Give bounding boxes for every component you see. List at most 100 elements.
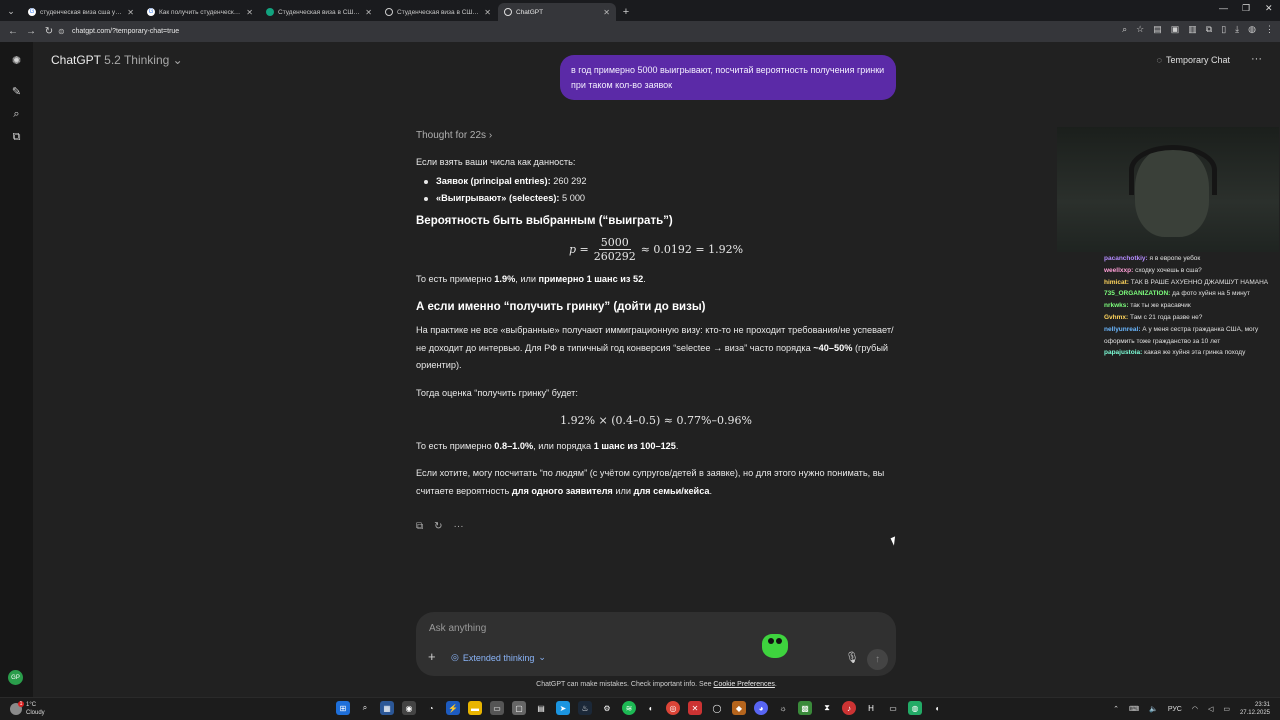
thinking-icon: ◎ <box>451 652 459 662</box>
tab-search-icon[interactable]: ⌄ <box>0 1 22 21</box>
address-bar[interactable]: ⊜ chatgpt.com/?temporary-chat=true <box>58 24 1138 39</box>
send-button[interactable]: ↑ <box>867 649 888 670</box>
extension-icon[interactable]: ▣ <box>1171 24 1180 35</box>
browser-menu-icon[interactable]: ⋮ <box>1265 24 1274 35</box>
browser-tab[interactable]: Gстуденческая виза сша учитс ✕ <box>22 3 140 21</box>
start-icon[interactable]: ⊞ <box>336 701 350 715</box>
forward-icon[interactable]: → <box>22 26 40 37</box>
browser-tab[interactable]: Студенческая виза в США сл ✕ <box>379 3 497 21</box>
discord-icon[interactable]: ◕ <box>754 701 768 715</box>
more-options-icon[interactable]: ··· <box>1251 53 1262 65</box>
spotify-icon[interactable]: ≋ <box>622 701 636 715</box>
app-icon[interactable]: ⧗ <box>820 701 834 715</box>
openai-logo-icon[interactable]: ✺ <box>9 53 24 68</box>
restore-icon[interactable]: ❐ <box>1242 3 1250 14</box>
sidepanel-icon[interactable]: ▯ <box>1221 24 1226 35</box>
regenerate-icon[interactable]: ↻ <box>434 521 442 532</box>
app-icon[interactable]: ⚡ <box>446 701 460 715</box>
extended-thinking-pill[interactable]: ◎ Extended thinking ⌄ <box>451 652 546 663</box>
chat-text: сходку хочешь в сша? <box>1135 266 1202 274</box>
app-icon[interactable]: ▢ <box>512 701 526 715</box>
copy-icon[interactable]: ⧉ <box>416 521 423 532</box>
search-icon[interactable]: ⌕ <box>358 701 372 715</box>
extension-icon[interactable]: ▤ <box>1153 24 1162 35</box>
new-tab-icon[interactable]: + <box>617 3 635 21</box>
paragraph: То есть примерно 1.9%, или примерно 1 ша… <box>416 274 646 284</box>
app-icon[interactable]: ◔ <box>424 701 438 715</box>
browser-tab-active[interactable]: ChatGPT ✕ <box>498 3 616 21</box>
weather-cloud-icon: 1 <box>10 701 24 715</box>
terminal-icon[interactable]: ▭ <box>886 701 900 715</box>
volume-icon[interactable]: 🔈 <box>1149 705 1158 713</box>
library-icon[interactable]: ⧉ <box>9 130 24 145</box>
task-view-icon[interactable]: ▦ <box>380 701 394 715</box>
site-info-icon[interactable]: ⊜ <box>58 27 68 36</box>
obs-icon[interactable]: ◉ <box>402 701 416 715</box>
app-icon[interactable]: ◆ <box>732 701 746 715</box>
close-tab-icon[interactable]: ✕ <box>484 8 491 17</box>
speaker-icon[interactable]: ◁ <box>1208 705 1213 713</box>
add-attachment-icon[interactable]: + <box>428 649 436 664</box>
telegram-icon[interactable]: ➤ <box>556 701 570 715</box>
browser-tab[interactable]: G Как получить студенческую в ✕ <box>141 3 259 21</box>
message-actions: ⧉ ↻ ··· <box>416 521 464 532</box>
close-tab-icon[interactable]: ✕ <box>365 8 372 17</box>
thought-toggle[interactable]: Thought for 22s › <box>416 130 492 141</box>
close-tab-icon[interactable]: ✕ <box>127 8 134 17</box>
equation-lhs: p = <box>568 242 589 256</box>
probability-equation: p = 5000 260292 ≈ 0.0192 = 1.92% <box>416 236 896 263</box>
steam-icon[interactable]: ♨ <box>578 701 592 715</box>
weather-widget[interactable]: 1 1°C Cloudy <box>10 701 45 717</box>
wifi-icon[interactable]: ◠ <box>1192 705 1198 713</box>
zoom-icon[interactable]: ⌕ <box>1122 24 1127 35</box>
clock[interactable]: 23:31 27.12.2025 <box>1240 701 1270 717</box>
chat-message: nellyunreal: А у меня сестра гражданка С… <box>1104 324 1280 348</box>
search-icon[interactable]: ⌕ <box>9 107 24 122</box>
extensions-puzzle-icon[interactable]: ⧉ <box>1206 24 1212 35</box>
profile-icon[interactable]: ◍ <box>1248 24 1256 35</box>
file-explorer-icon[interactable]: ▬ <box>468 701 482 715</box>
download-icon[interactable]: ⤓ <box>1235 24 1239 35</box>
app-icon[interactable]: ◯ <box>710 701 724 715</box>
minecraft-icon[interactable]: ▩ <box>798 701 812 715</box>
new-chat-icon[interactable]: ✎ <box>9 84 24 99</box>
cookie-preferences-link[interactable]: Cookie Preferences <box>713 681 774 688</box>
extension-icon[interactable]: ▥ <box>1188 24 1197 35</box>
model-selector[interactable]: ChatGPT 5.2 Thinking ⌄ <box>51 53 183 67</box>
stream-chat-overlay: pacanchotkiy: я в европе уебок weellxxp: … <box>1104 253 1280 359</box>
close-tab-icon[interactable]: ✕ <box>603 8 610 17</box>
mouse-cursor <box>890 536 899 546</box>
app-icon[interactable]: ◖ <box>930 701 944 715</box>
app-icon[interactable]: ◐ <box>644 701 658 715</box>
prompt-input[interactable]: Ask anything <box>429 623 486 634</box>
minimize-icon[interactable]: — <box>1219 3 1228 13</box>
app-icon[interactable]: ☼ <box>776 701 790 715</box>
bookmark-star-icon[interactable]: ☆ <box>1136 24 1144 35</box>
app-icon[interactable]: H <box>864 701 878 715</box>
chat-text: какая же хуйня эта гринка походу <box>1144 349 1246 357</box>
tray-chevron-icon[interactable]: ⌃ <box>1113 705 1119 713</box>
close-window-icon[interactable]: ✕ <box>1265 3 1273 14</box>
microphone-icon[interactable]: 🎙 <box>845 651 859 664</box>
app-icon[interactable]: ✕ <box>688 701 702 715</box>
temporary-chat-button[interactable]: ◌ Temporary Chat <box>1157 55 1230 65</box>
battery-icon[interactable]: ▭ <box>1223 705 1230 713</box>
fraction-denominator: 260292 <box>593 250 636 263</box>
app-icon[interactable]: ▭ <box>490 701 504 715</box>
browser-tab[interactable]: Студенческая виза в США - в ✕ <box>260 3 378 21</box>
app-icon[interactable]: ◍ <box>908 701 922 715</box>
chat-text: Там с 21 года разве не? <box>1130 313 1203 321</box>
chevron-right-icon: › <box>488 130 493 141</box>
back-icon[interactable]: ← <box>4 26 22 37</box>
app-icon[interactable]: ♪ <box>842 701 856 715</box>
settings-gear-icon[interactable]: ⚙ <box>600 701 614 715</box>
more-actions-icon[interactable]: ··· <box>454 521 464 532</box>
close-tab-icon[interactable]: ✕ <box>246 8 253 17</box>
bullet-bold: Заявок (principal entries): <box>436 175 551 186</box>
reload-icon[interactable]: ↻ <box>40 26 58 37</box>
chrome-icon[interactable]: ◎ <box>666 701 680 715</box>
paragraph: То есть примерно 0.8–1.0%, или порядка 1… <box>416 440 679 451</box>
network-icon[interactable]: ⌨ <box>1129 705 1139 713</box>
language-indicator[interactable]: РУС <box>1168 706 1182 713</box>
app-icon[interactable]: ▤ <box>534 701 548 715</box>
